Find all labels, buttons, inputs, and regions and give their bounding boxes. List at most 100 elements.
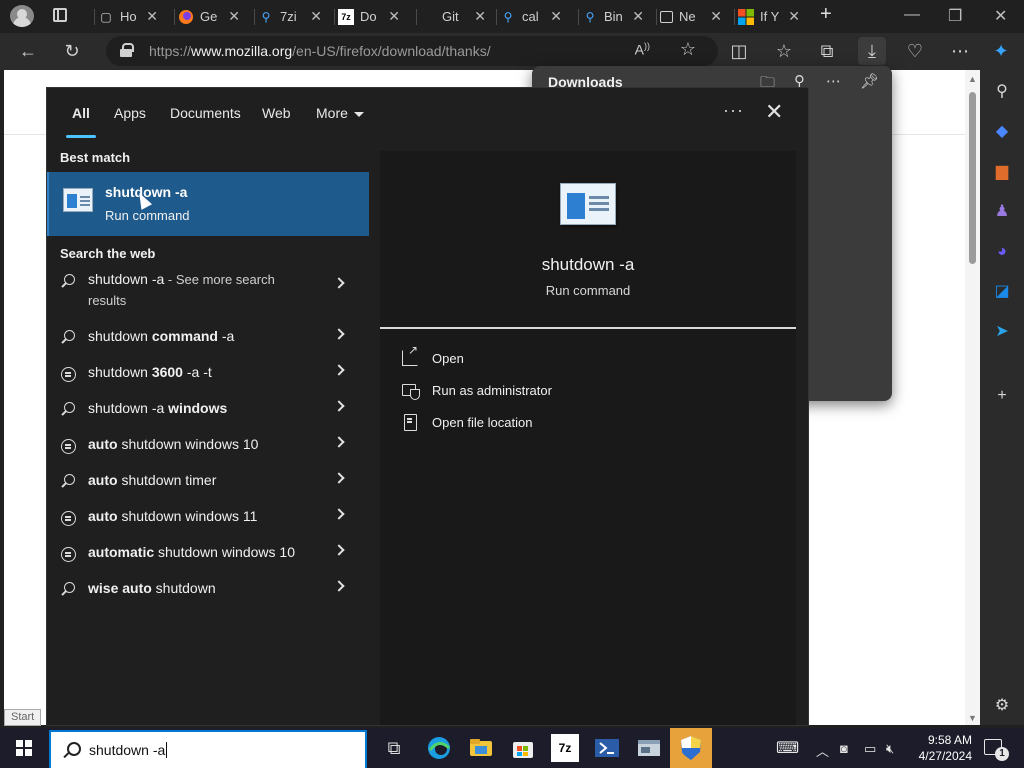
- tab-all[interactable]: All: [66, 105, 96, 138]
- chevron-right-icon[interactable]: [333, 508, 345, 520]
- tag-icon[interactable]: ◆: [992, 122, 1012, 142]
- gear-icon[interactable]: ⚙: [992, 696, 1012, 716]
- chevron-right-icon[interactable]: [333, 400, 345, 412]
- downloads-icon[interactable]: ⤓: [858, 37, 886, 65]
- browser-tab[interactable]: Ne ✕: [656, 0, 724, 33]
- games-icon[interactable]: ♟: [992, 202, 1012, 222]
- web-result[interactable]: automatic shutdown windows 10: [47, 536, 369, 572]
- web-result[interactable]: shutdown -a - See more search results: [47, 264, 369, 314]
- refresh-icon[interactable]: ↻: [61, 40, 83, 62]
- settings-more-icon[interactable]: ⋯: [949, 40, 971, 62]
- close-tab-icon[interactable]: ✕: [474, 8, 486, 25]
- collections-icon[interactable]: ⧉: [816, 40, 838, 62]
- copilot-icon[interactable]: ✦: [990, 40, 1012, 62]
- powershell-icon[interactable]: [593, 734, 621, 762]
- scroll-up-icon[interactable]: ▲: [968, 74, 977, 84]
- outlook-icon[interactable]: ◪: [992, 282, 1012, 302]
- action-open-file-location[interactable]: Open file location: [402, 411, 702, 435]
- file-explorer-icon[interactable]: [467, 734, 495, 762]
- taskbar-search-input[interactable]: shutdown -a: [49, 730, 367, 768]
- favorite-star-icon[interactable]: ☆: [680, 39, 696, 60]
- notification-center-icon[interactable]: 1: [984, 739, 1009, 761]
- action-run-as-administrator[interactable]: Run as administrator: [402, 379, 702, 403]
- edge-icon[interactable]: [425, 734, 453, 762]
- chevron-right-icon[interactable]: [333, 544, 345, 556]
- profile-avatar-icon[interactable]: [10, 5, 34, 27]
- close-icon[interactable]: ✕: [765, 99, 783, 125]
- tab-actions-icon[interactable]: [53, 8, 67, 22]
- action-label: Open: [432, 351, 464, 366]
- scrollbar-thumb[interactable]: [969, 92, 976, 264]
- web-result[interactable]: shutdown 3600 -a -t: [47, 356, 369, 392]
- browser-tab[interactable]: Ge ✕: [174, 0, 242, 33]
- page-scrollbar[interactable]: ▲ ▼: [965, 70, 980, 725]
- close-tab-icon[interactable]: ✕: [146, 8, 158, 25]
- close-tab-icon[interactable]: ✕: [228, 8, 240, 25]
- performance-icon[interactable]: ♡: [904, 40, 926, 62]
- web-result[interactable]: shutdown command -a: [47, 320, 369, 356]
- scroll-down-icon[interactable]: ▼: [968, 713, 977, 723]
- close-tab-icon[interactable]: ✕: [388, 8, 400, 25]
- read-aloud-icon[interactable]: A)): [635, 41, 650, 58]
- system-clock[interactable]: 9:58 AM 4/27/2024: [908, 732, 972, 764]
- close-window-icon[interactable]: ✕: [994, 6, 1007, 26]
- chevron-right-icon[interactable]: [333, 364, 345, 376]
- network-icon[interactable]: ▭: [864, 741, 876, 757]
- task-view-icon[interactable]: ⧉: [380, 734, 408, 762]
- terminal-icon[interactable]: [635, 734, 663, 762]
- best-match-result[interactable]: shutdown -a Run command: [47, 172, 369, 236]
- close-tab-icon[interactable]: ✕: [632, 8, 644, 25]
- toolbox-icon[interactable]: ▆: [992, 162, 1012, 182]
- new-tab-icon[interactable]: +: [820, 3, 832, 26]
- back-icon[interactable]: ←: [17, 40, 39, 62]
- browser-tab[interactable]: Git ✕: [416, 0, 488, 33]
- more-options-icon[interactable]: ···: [723, 100, 744, 121]
- web-result[interactable]: auto shutdown windows 11: [47, 500, 369, 536]
- browser-tab[interactable]: ⚲ 7zi ✕: [254, 0, 324, 33]
- browser-tab[interactable]: If Y ✕: [734, 0, 802, 33]
- close-tab-icon[interactable]: ✕: [788, 8, 800, 25]
- web-result[interactable]: shutdown -a windows: [47, 392, 369, 428]
- web-result[interactable]: wise auto shutdown: [47, 572, 369, 608]
- action-open[interactable]: Open: [402, 343, 702, 371]
- chevron-up-icon[interactable]: ︿: [816, 741, 829, 760]
- address-bar[interactable]: https://www.mozilla.org/en-US/firefox/do…: [106, 36, 718, 66]
- 7zip-icon[interactable]: 7z: [551, 734, 579, 762]
- close-tab-icon[interactable]: ✕: [550, 8, 562, 25]
- copilot-sidebar-icon[interactable]: ◕: [992, 242, 1012, 262]
- chevron-right-icon[interactable]: [333, 580, 345, 592]
- more-options-icon[interactable]: ⋯: [826, 72, 841, 90]
- web-result-text: wise auto shutdown: [88, 580, 216, 596]
- input-indicator-icon[interactable]: ⌨: [776, 738, 799, 758]
- search-icon[interactable]: ⚲: [992, 82, 1012, 102]
- close-tab-icon[interactable]: ✕: [710, 8, 722, 25]
- microsoft-store-icon[interactable]: [509, 734, 537, 762]
- browser-tab[interactable]: 7z Do ✕: [334, 0, 402, 33]
- pin-icon[interactable]: 📌︎: [860, 72, 879, 90]
- add-icon[interactable]: +: [992, 386, 1012, 406]
- chevron-right-icon[interactable]: [333, 277, 345, 289]
- defender-shield-icon[interactable]: [670, 728, 712, 768]
- close-tab-icon[interactable]: ✕: [310, 8, 322, 25]
- tab-web[interactable]: Web: [262, 105, 291, 121]
- send-icon[interactable]: ➤: [992, 322, 1012, 342]
- windows-start-icon[interactable]: [16, 740, 32, 756]
- browser-tab[interactable]: ⚲ cal ✕: [496, 0, 564, 33]
- split-screen-icon[interactable]: ◫: [728, 40, 750, 62]
- windows-search-flyout: All Apps Documents Web More ··· ✕ Best m…: [47, 88, 808, 725]
- volume-muted-icon[interactable]: 🔇︎: [886, 741, 894, 757]
- camera-icon[interactable]: ◙: [840, 741, 848, 756]
- web-result[interactable]: auto shutdown windows 10: [47, 428, 369, 464]
- chevron-right-icon[interactable]: [333, 328, 345, 340]
- browser-tab[interactable]: ⚲ Bin ✕: [578, 0, 646, 33]
- chevron-right-icon[interactable]: [333, 472, 345, 484]
- chevron-right-icon[interactable]: [333, 436, 345, 448]
- tab-apps[interactable]: Apps: [114, 105, 146, 121]
- tab-documents[interactable]: Documents: [170, 105, 241, 121]
- tab-more[interactable]: More: [316, 105, 364, 121]
- browser-tab[interactable]: ▢ Ho ✕: [94, 0, 160, 33]
- favorites-icon[interactable]: ☆: [773, 40, 795, 62]
- minimize-icon[interactable]: —: [904, 6, 920, 24]
- restore-icon[interactable]: ❐: [948, 6, 962, 26]
- web-result[interactable]: auto shutdown timer: [47, 464, 369, 500]
